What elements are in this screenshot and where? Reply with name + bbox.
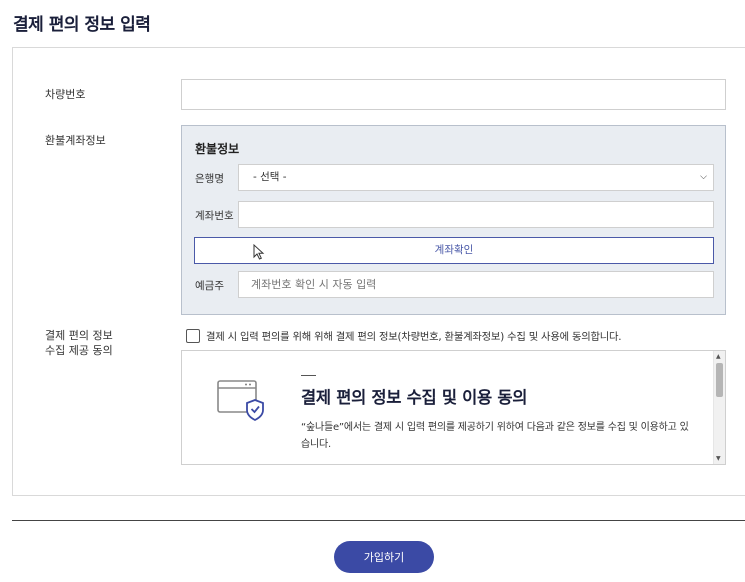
- refund-panel-title: 환불정보: [195, 142, 240, 156]
- terms-heading: 결제 편의 정보 수집 및 이용 동의: [301, 388, 528, 407]
- consent-checkbox-text[interactable]: 결제 시 입력 편의를 위해 위해 결제 편의 정보(차량번호, 환불계좌정보)…: [206, 328, 622, 343]
- footer-divider: [12, 520, 745, 521]
- consent-checkbox-row[interactable]: 결제 시 입력 편의를 위해 위해 결제 편의 정보(차량번호, 환불계좌정보)…: [186, 328, 622, 343]
- bank-select-value: - 선택 -: [253, 171, 287, 183]
- consent-checkbox[interactable]: [186, 328, 200, 343]
- account-number-input[interactable]: [238, 201, 714, 228]
- scroll-down-arrow-icon[interactable]: ▼: [716, 455, 721, 462]
- vehicle-number-input[interactable]: [181, 79, 726, 110]
- bank-name-label: 은행명: [195, 173, 224, 185]
- scroll-thumb[interactable]: [716, 363, 723, 397]
- refund-panel: 환불정보 은행명 - 선택 - ⌵ 계좌번호 계좌확인 예금주: [181, 125, 726, 315]
- terms-scrollbar[interactable]: ▲ ▼: [713, 351, 725, 464]
- consent-label-line2: 수집 제공 동의: [45, 344, 113, 357]
- bank-select[interactable]: - 선택 - ⌵: [238, 164, 714, 191]
- signup-button[interactable]: 가입하기: [334, 541, 434, 573]
- verify-account-button[interactable]: 계좌확인: [194, 237, 714, 264]
- page-title: 결제 편의 정보 입력: [13, 15, 151, 35]
- account-holder-label: 예금주: [195, 280, 224, 292]
- account-number-label: 계좌번호: [195, 210, 234, 222]
- terms-scroll-box[interactable]: 결제 편의 정보 수집 및 이용 동의 “숲나들e”에서는 결제 시 입력 편의…: [181, 350, 726, 465]
- account-holder-input[interactable]: [238, 271, 714, 298]
- terms-heading-dash: [301, 375, 316, 376]
- chevron-down-icon: ⌵: [700, 172, 707, 182]
- mouse-cursor-icon: [253, 244, 265, 260]
- vehicle-number-label: 차량번호: [45, 88, 86, 101]
- consent-label-line1: 결제 편의 정보: [45, 329, 113, 342]
- terms-body-text: “숲나들e”에서는 결제 시 입력 편의를 제공하기 위하여 다음과 같은 정보…: [301, 422, 689, 450]
- browser-shield-icon: [217, 380, 264, 422]
- refund-account-label: 환불계좌정보: [45, 134, 106, 147]
- scroll-up-arrow-icon[interactable]: ▲: [716, 353, 721, 360]
